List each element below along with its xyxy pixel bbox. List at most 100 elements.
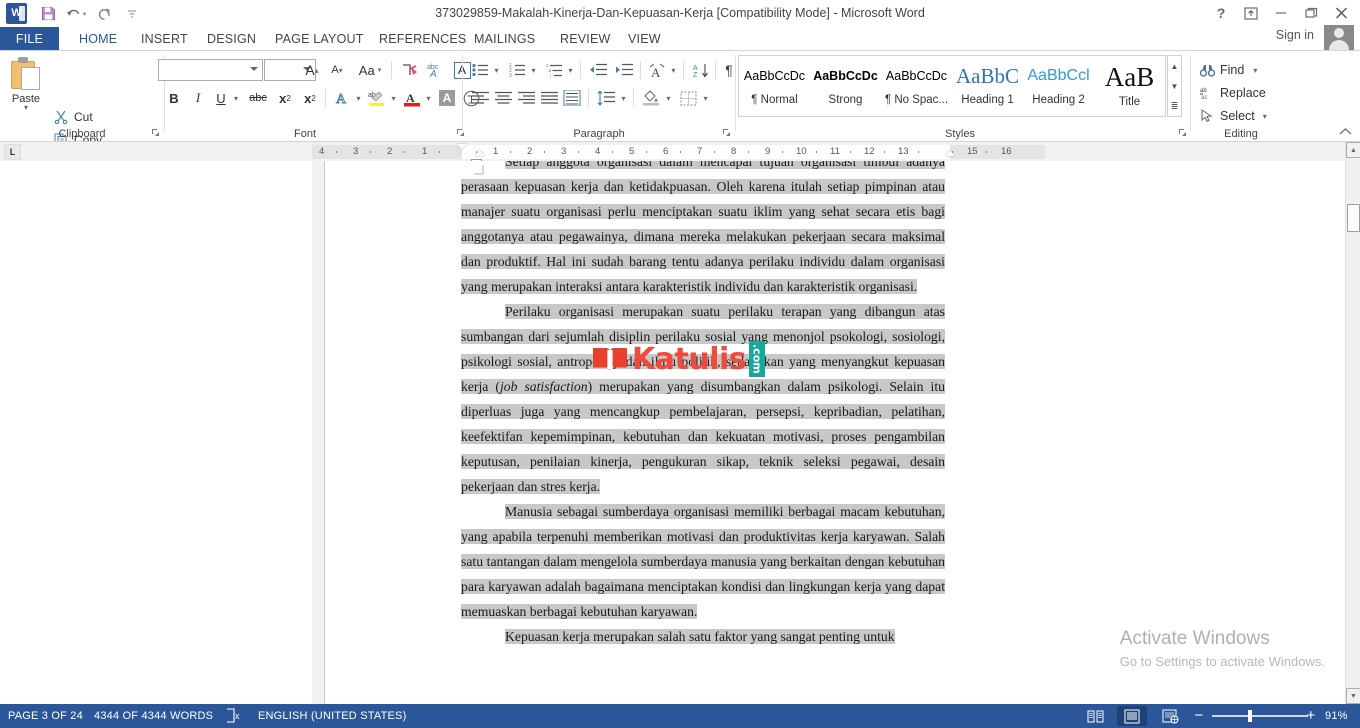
tab-stop-selector[interactable]: L [4,144,21,160]
text-effects-dropdown[interactable]: ▾ [352,87,365,109]
scroll-up-button[interactable]: ▲ [1346,142,1360,158]
align-left-button[interactable] [468,87,492,109]
grow-font-button[interactable]: A ▴ [300,59,324,81]
bullets-button[interactable] [468,59,492,81]
borders-button[interactable] [676,87,700,109]
status-page-number[interactable]: PAGE 3 OF 24 [8,704,83,728]
status-language[interactable]: ENGLISH (UNITED STATES) [258,704,406,728]
style-item-no-spacing[interactable]: AaBbCcDc ¶ No Spac... [881,56,952,116]
borders-dropdown[interactable]: ▾ [699,87,712,109]
shading-dropdown[interactable]: ▾ [662,87,675,109]
select-button[interactable]: Select ▾ [1199,105,1267,127]
text-effects-typography-button[interactable]: A [330,87,354,109]
undo-icon[interactable]: ▾ [63,2,89,25]
tab-references[interactable]: REFERENCES [368,27,477,51]
hanging-indent-marker[interactable] [475,150,485,156]
document-text[interactable]: Setiap anggota organisasi dalam mencapai… [461,161,945,649]
spelling-check-icon[interactable]: x [226,708,243,728]
scroll-down-button[interactable]: ▼ [1346,688,1360,704]
chevron-down-icon[interactable] [250,67,258,71]
style-item-normal[interactable]: AaBbCcDc ¶ Normal [739,56,810,116]
web-layout-icon[interactable] [1155,706,1185,726]
collapse-ribbon-icon[interactable] [1339,127,1352,139]
numbering-button[interactable]: 123 [505,59,529,81]
tab-insert[interactable]: INSERT [130,27,199,51]
font-size-field[interactable] [265,60,300,80]
right-indent-marker[interactable] [945,150,955,156]
find-dropdown[interactable]: ▾ [1253,66,1257,75]
decrease-indent-button[interactable] [585,59,611,81]
cut-button[interactable]: Cut [52,106,93,127]
align-center-button[interactable] [491,87,515,109]
first-line-indent-marker[interactable] [457,144,467,150]
status-word-count[interactable]: 4344 OF 4344 WORDS [94,704,213,728]
clear-formatting-button[interactable] [397,59,421,81]
multilevel-list-button[interactable]: 1ai [542,59,566,81]
underline-dropdown[interactable]: ▾ [229,87,243,109]
font-name-input[interactable] [158,59,263,81]
horizontal-ruler[interactable]: 4 3 2 1 1 2 3 4 5 6 7 8 9 10 11 12 13 15… [312,144,1045,168]
tab-page-layout[interactable]: PAGE LAYOUT [264,27,375,51]
tab-file[interactable]: FILE [0,27,59,51]
superscript-button[interactable]: x2 [298,87,322,109]
select-dropdown[interactable]: ▾ [1263,112,1267,121]
save-icon[interactable] [35,2,61,25]
multilevel-dropdown[interactable]: ▾ [564,59,577,81]
highlight-color-dropdown[interactable]: ▾ [387,87,400,109]
italic-button[interactable]: I [187,87,209,109]
font-color-button[interactable]: A [400,87,424,109]
style-item-heading-2[interactable]: AaBbCcl Heading 2 [1023,56,1094,116]
tab-design[interactable]: DESIGN [196,27,267,51]
styles-scroll-down-button[interactable]: ▼ [1168,76,1181,96]
asian-layout-dropdown[interactable]: ▾ [667,59,680,81]
align-right-button[interactable] [514,87,538,109]
scrollbar-thumb[interactable] [1347,204,1360,232]
customize-qat-icon[interactable] [119,2,145,25]
asian-layout-button[interactable]: A [645,59,669,81]
line-spacing-dropdown[interactable]: ▾ [617,87,630,109]
shrink-font-button[interactable]: A ▾ [325,59,349,81]
style-item-heading-1[interactable]: AaBbC Heading 1 [952,56,1023,116]
close-button[interactable] [1326,1,1356,25]
line-spacing-button[interactable] [594,87,618,109]
zoom-out-button[interactable]: − [1192,704,1206,728]
help-icon[interactable]: ? [1206,1,1236,25]
tab-mailings[interactable]: MAILINGS [463,27,546,51]
paragraph-2[interactable]: Perilaku organisasi merupakan suatu peri… [461,299,945,499]
chevron-down-icon[interactable]: ▾ [6,104,46,112]
sort-button[interactable]: AZ [689,59,713,81]
avatar[interactable] [1324,25,1354,50]
paragraph-3[interactable]: Manusia sebagai sumberdaya organisasi me… [461,499,945,624]
paragraph-4[interactable]: Kepuasan kerja merupakan salah satu fakt… [461,624,945,649]
bold-button[interactable]: B [163,87,185,109]
styles-scroll-up-button[interactable]: ▲ [1168,56,1181,76]
tab-review[interactable]: REVIEW [549,27,622,51]
document-page[interactable]: Setiap anggota organisasi dalam mencapai… [324,161,1079,704]
find-button[interactable]: Find ▾ [1199,59,1257,81]
font-color-dropdown[interactable]: ▾ [422,87,435,109]
sign-in-link[interactable]: Sign in [1276,28,1314,42]
tab-home[interactable]: HOME [68,27,129,51]
paragraph-1[interactable]: Setiap anggota organisasi dalam mencapai… [461,161,945,299]
redo-icon[interactable] [91,2,117,25]
styles-more-button[interactable]: ≣ [1168,96,1181,116]
shading-button[interactable] [639,87,663,109]
tab-view[interactable]: VIEW [617,27,672,51]
zoom-in-button[interactable]: + [1304,704,1318,728]
style-item-strong[interactable]: AaBbCcDc Strong [810,56,881,116]
paragraph-dialog-launcher[interactable] [722,128,732,138]
print-layout-icon[interactable] [1117,706,1147,726]
text-highlight-button[interactable]: abc A [422,59,448,81]
justify-button[interactable] [537,87,561,109]
vertical-scrollbar[interactable]: ▲ ▼ [1345,142,1360,704]
paste-button[interactable]: Paste ▾ [6,55,46,121]
read-mode-icon[interactable] [1080,706,1110,726]
highlight-color-button[interactable]: ab [365,87,389,109]
restore-button[interactable] [1296,1,1326,25]
zoom-level-label[interactable]: 91% [1325,704,1348,728]
increase-indent-button[interactable] [611,59,637,81]
numbering-dropdown[interactable]: ▾ [527,59,540,81]
distributed-button[interactable] [560,87,584,109]
zoom-slider-thumb[interactable] [1248,710,1252,722]
styles-dialog-launcher[interactable] [1178,128,1188,138]
